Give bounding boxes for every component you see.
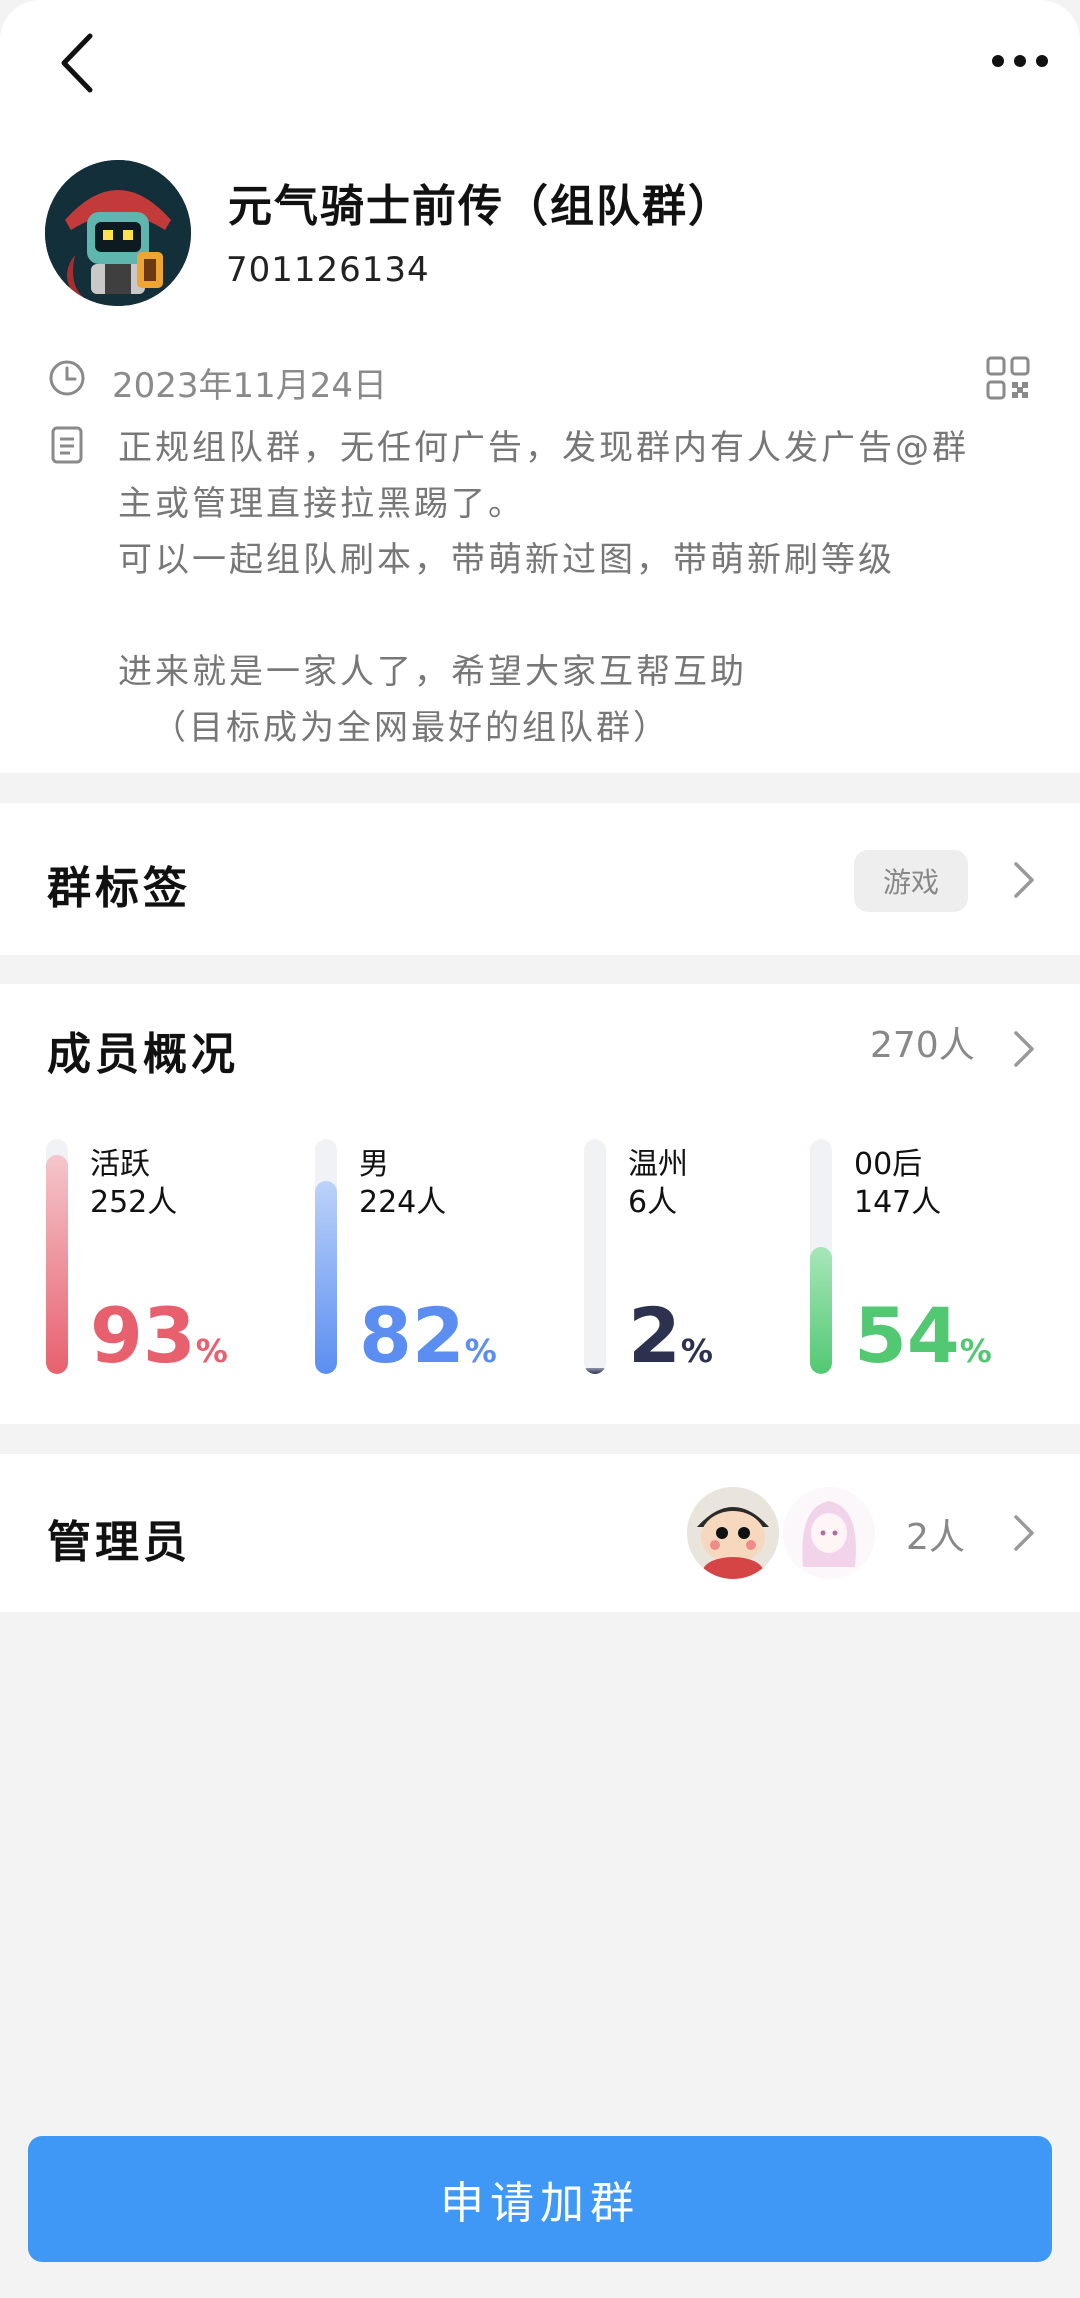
group-id: 701126134 xyxy=(226,250,430,290)
group-tags-row[interactable]: 群标签 游戏 xyxy=(0,803,1080,955)
more-horizontal-icon xyxy=(992,55,1048,67)
stat-percent: 54% xyxy=(854,1291,992,1380)
stat-fill xyxy=(810,1247,832,1374)
description-line: 可以一起组队刷本，带萌新过图，带萌新刷等级 xyxy=(118,540,895,580)
stat-count: 6人 xyxy=(628,1185,678,1220)
stat-track xyxy=(315,1139,337,1374)
stat-active: 活跃 252人 93% xyxy=(46,1139,276,1380)
qr-code-icon[interactable] xyxy=(986,356,1030,400)
stat-track xyxy=(584,1139,606,1374)
member-total: 270人 xyxy=(870,1025,975,1066)
stat-percent: 82% xyxy=(359,1291,497,1380)
stat-region: 温州 6人 2% xyxy=(584,1139,814,1380)
stat-track xyxy=(46,1139,68,1374)
chevron-left-icon xyxy=(61,33,93,93)
group-description: 正规组队群，无任何广告，发现群内有人发广告@群 主或管理直接拉黑踢了。 可以一起… xyxy=(118,420,1030,756)
created-date: 2023年11月24日 xyxy=(112,366,388,406)
admin-count: 2人 xyxy=(906,1517,965,1558)
stat-fill xyxy=(46,1155,68,1374)
admins-title: 管理员 xyxy=(47,1517,191,1568)
cartoon-boy-avatar-icon xyxy=(687,1487,779,1579)
knight-robot-avatar-icon xyxy=(45,160,191,306)
stat-fill xyxy=(315,1181,337,1374)
admin-avatar[interactable] xyxy=(783,1487,875,1579)
member-overview-title: 成员概况 xyxy=(47,1029,239,1080)
more-button[interactable] xyxy=(990,50,1050,72)
stat-count: 147人 xyxy=(854,1185,942,1220)
join-group-button[interactable]: 申请加群 xyxy=(28,2136,1052,2262)
description-line: （目标成为全网最好的组队群） xyxy=(152,708,670,748)
clock-icon xyxy=(47,358,87,398)
stat-fill xyxy=(584,1368,606,1374)
group-info-panel: 元气骑士前传（组队群） 701126134 2023年11月24日 正规组队群，… xyxy=(0,0,1080,773)
stat-track xyxy=(810,1139,832,1374)
description-line: 进来就是一家人了，希望大家互帮互助 xyxy=(118,652,747,692)
anime-girl-avatar-icon xyxy=(783,1487,875,1579)
back-button[interactable] xyxy=(52,28,112,98)
group-avatar[interactable] xyxy=(45,160,191,306)
description-line: 主或管理直接拉黑踢了。 xyxy=(118,484,525,524)
description-line xyxy=(118,588,1030,644)
admin-avatar[interactable] xyxy=(687,1487,779,1579)
stat-count: 224人 xyxy=(359,1185,447,1220)
stat-age: 00后 147人 54% xyxy=(810,1139,1040,1380)
chevron-right-icon xyxy=(1014,862,1034,898)
chevron-right-icon xyxy=(1014,1031,1034,1067)
tag-badge: 游戏 xyxy=(854,850,968,912)
group-tags-title: 群标签 xyxy=(47,863,191,914)
stat-percent: 93% xyxy=(90,1291,228,1380)
stat-percent: 2% xyxy=(628,1291,713,1380)
chevron-right-icon xyxy=(1014,1515,1034,1551)
document-icon xyxy=(50,425,84,465)
admins-row[interactable]: 管理员 2人 xyxy=(0,1454,1080,1612)
stat-male: 男 224人 82% xyxy=(315,1139,545,1380)
stat-count: 252人 xyxy=(90,1185,178,1220)
group-name: 元气骑士前传（组队群） xyxy=(228,181,734,232)
member-overview-card[interactable]: 成员概况 270人 活跃 252人 93% 男 224人 82% 温州 6人 2… xyxy=(0,984,1080,1424)
description-line: 正规组队群，无任何广告，发现群内有人发广告@群 xyxy=(118,428,969,468)
